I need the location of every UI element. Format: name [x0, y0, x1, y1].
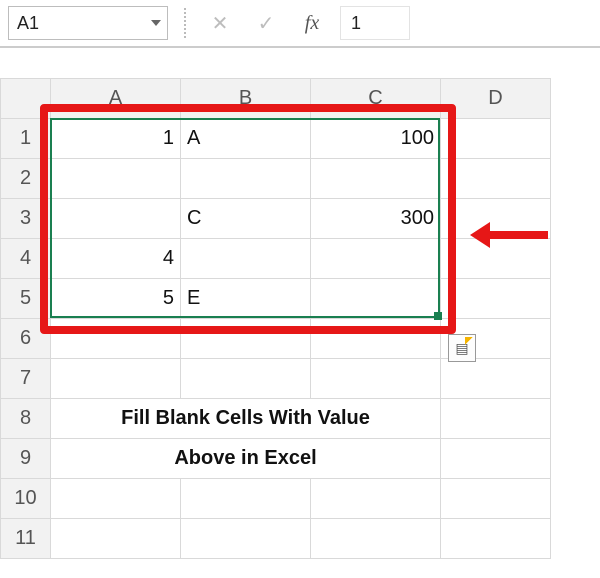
- row-header-9[interactable]: 9: [1, 439, 51, 479]
- cell-a10[interactable]: [51, 479, 181, 519]
- banner-line-1[interactable]: Fill Blank Cells With Value: [51, 399, 441, 439]
- formula-bar: A1 ✕ ✓ fx 1: [0, 0, 600, 48]
- separator: [184, 8, 186, 38]
- cell-d9[interactable]: [441, 439, 551, 479]
- cell-d5[interactable]: [441, 279, 551, 319]
- cell-c4[interactable]: [311, 239, 441, 279]
- row-header-6[interactable]: 6: [1, 319, 51, 359]
- cell-a4[interactable]: 4: [51, 239, 181, 279]
- cell-a11[interactable]: [51, 519, 181, 559]
- cell-c7[interactable]: [311, 359, 441, 399]
- quick-analysis-icon[interactable]: ▤: [448, 334, 476, 362]
- cell-b5[interactable]: E: [181, 279, 311, 319]
- cell-d7[interactable]: [441, 359, 551, 399]
- chevron-down-icon[interactable]: [151, 20, 161, 26]
- cell-d2[interactable]: [441, 159, 551, 199]
- col-header-a[interactable]: A: [51, 79, 181, 119]
- cell-a6[interactable]: [51, 319, 181, 359]
- row-header-8[interactable]: 8: [1, 399, 51, 439]
- cell-a3[interactable]: [51, 199, 181, 239]
- cell-d8[interactable]: [441, 399, 551, 439]
- row-header-10[interactable]: 10: [1, 479, 51, 519]
- cell-b6[interactable]: [181, 319, 311, 359]
- row-header-11[interactable]: 11: [1, 519, 51, 559]
- cell-c6[interactable]: [311, 319, 441, 359]
- cell-b2[interactable]: [181, 159, 311, 199]
- formula-input-value: 1: [351, 13, 361, 34]
- cell-b3[interactable]: C: [181, 199, 311, 239]
- banner-line-2[interactable]: Above in Excel: [51, 439, 441, 479]
- row-header-4[interactable]: 4: [1, 239, 51, 279]
- cell-c1[interactable]: 100: [311, 119, 441, 159]
- annotation-arrow-icon: [470, 222, 548, 248]
- enter-button[interactable]: ✓: [248, 8, 284, 38]
- row-header-1[interactable]: 1: [1, 119, 51, 159]
- name-box-value: A1: [17, 13, 39, 34]
- insert-function-button[interactable]: fx: [294, 8, 330, 38]
- check-icon: ✓: [258, 11, 275, 36]
- fx-icon: fx: [305, 12, 319, 35]
- cell-b1[interactable]: A: [181, 119, 311, 159]
- worksheet-grid: A B C D 1 1 A 100 2 3 C 300 4 4 5 5 E: [0, 78, 600, 559]
- row-header-2[interactable]: 2: [1, 159, 51, 199]
- name-box[interactable]: A1: [8, 6, 168, 40]
- cell-c2[interactable]: [311, 159, 441, 199]
- cell-b4[interactable]: [181, 239, 311, 279]
- col-header-b[interactable]: B: [181, 79, 311, 119]
- cell-c5[interactable]: [311, 279, 441, 319]
- cell-c11[interactable]: [311, 519, 441, 559]
- cell-c10[interactable]: [311, 479, 441, 519]
- x-icon: ✕: [212, 11, 229, 36]
- select-all[interactable]: [1, 79, 51, 119]
- cell-a1[interactable]: 1: [51, 119, 181, 159]
- col-header-c[interactable]: C: [311, 79, 441, 119]
- row-header-5[interactable]: 5: [1, 279, 51, 319]
- cell-d1[interactable]: [441, 119, 551, 159]
- cell-a2[interactable]: [51, 159, 181, 199]
- cell-b10[interactable]: [181, 479, 311, 519]
- cancel-button[interactable]: ✕: [202, 8, 238, 38]
- cell-a5[interactable]: 5: [51, 279, 181, 319]
- row-header-7[interactable]: 7: [1, 359, 51, 399]
- sheet-table[interactable]: A B C D 1 1 A 100 2 3 C 300 4 4 5 5 E: [0, 78, 551, 559]
- cell-c3[interactable]: 300: [311, 199, 441, 239]
- cell-b7[interactable]: [181, 359, 311, 399]
- cell-b11[interactable]: [181, 519, 311, 559]
- formula-input[interactable]: 1: [340, 6, 410, 40]
- cell-d11[interactable]: [441, 519, 551, 559]
- col-header-d[interactable]: D: [441, 79, 551, 119]
- row-header-3[interactable]: 3: [1, 199, 51, 239]
- cell-a7[interactable]: [51, 359, 181, 399]
- cell-d10[interactable]: [441, 479, 551, 519]
